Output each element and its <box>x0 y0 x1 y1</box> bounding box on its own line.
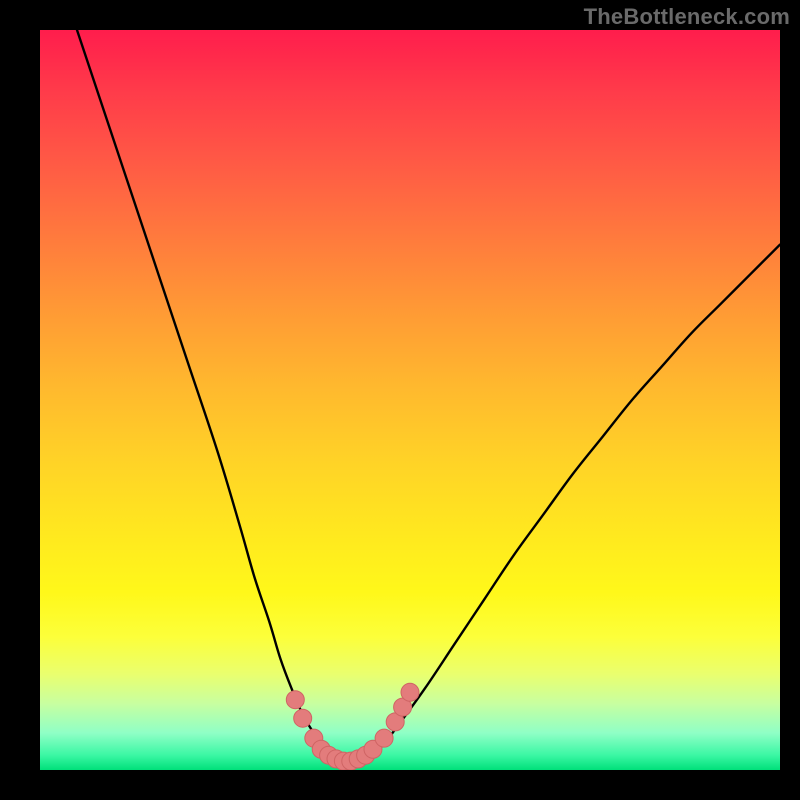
marker-dot <box>294 709 312 727</box>
chart-frame: TheBottleneck.com <box>0 0 800 800</box>
marker-dot <box>375 729 393 747</box>
marker-dot <box>286 691 304 709</box>
bottleneck-curve-path <box>77 30 780 763</box>
plot-area <box>40 30 780 770</box>
curve-markers <box>286 683 419 770</box>
watermark-text: TheBottleneck.com <box>584 4 790 30</box>
chart-svg <box>40 30 780 770</box>
marker-dot <box>401 683 419 701</box>
curve-series <box>77 30 780 763</box>
